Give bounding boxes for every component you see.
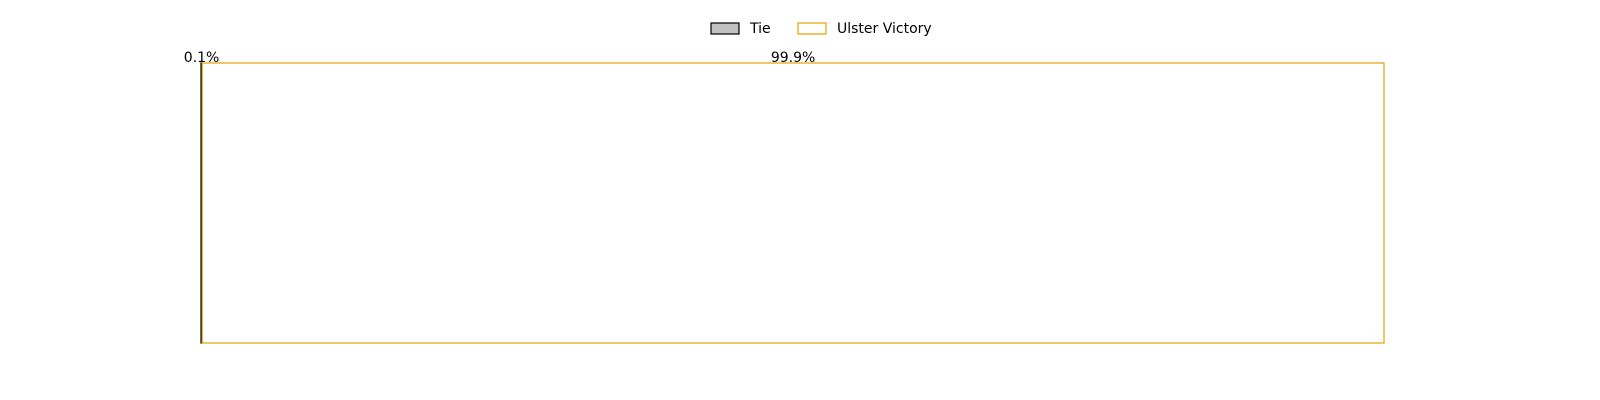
- stacked-probability-chart: Tie Ulster Victory 0.1% 99.9%: [184, 21, 1385, 344]
- percentage-label-ulster-victory: 99.9%: [771, 50, 815, 66]
- legend: Tie Ulster Victory: [710, 21, 932, 37]
- percentage-label-tie: 0.1%: [184, 50, 220, 66]
- legend-swatch-ulster-victory: [797, 22, 827, 35]
- legend-label-ulster-victory: Ulster Victory: [837, 21, 932, 37]
- legend-swatch-tie: [710, 22, 740, 35]
- legend-label-tie: Tie: [749, 21, 771, 37]
- bar-ulster-victory: [201, 62, 1385, 344]
- bar-group: [200, 62, 1385, 344]
